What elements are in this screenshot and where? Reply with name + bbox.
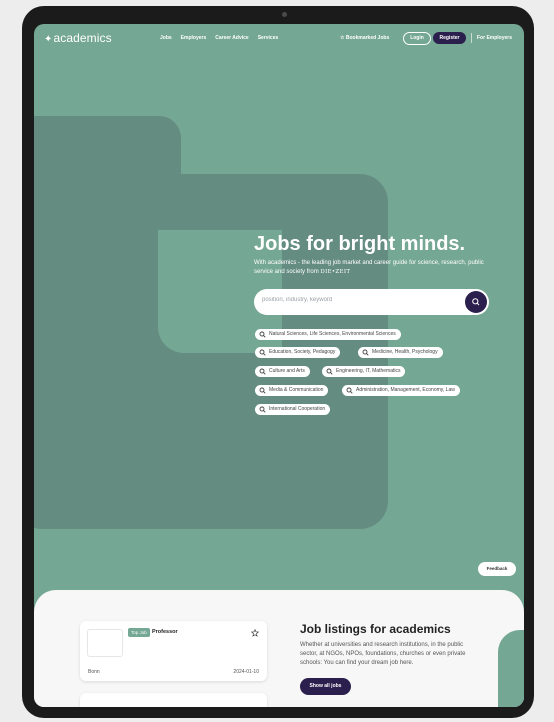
decor-shape — [498, 630, 524, 707]
bookmarked-jobs-link[interactable]: ☆ Bookmarked Jobs — [340, 35, 389, 41]
category-label: Engineering, IT, Mathematics — [336, 368, 401, 374]
nav-services[interactable]: Services — [258, 35, 279, 41]
search-icon — [326, 368, 333, 375]
bookmark-star-icon: ☆ — [340, 35, 345, 41]
job-title[interactable]: Professor — [152, 628, 178, 637]
search-icon — [259, 387, 266, 394]
category-label: Natural Sciences, Life Sciences, Environ… — [269, 331, 396, 337]
category-tag[interactable]: Culture and Arts — [255, 366, 310, 377]
search-icon — [472, 298, 480, 306]
category-label: Education, Society, Pedagogy — [269, 349, 336, 355]
employer-logo — [87, 629, 123, 657]
job-location: Bonn — [88, 669, 100, 675]
category-tag[interactable]: Media & Communication — [255, 385, 329, 396]
nav-links: Jobs Employers Career Advice Services — [160, 35, 278, 41]
hero-subtitle: With academics - the leading job market … — [254, 259, 489, 276]
search-icon — [259, 331, 266, 338]
job-date: 2024-01-10 — [233, 669, 259, 675]
logo[interactable]: ✦academics — [44, 31, 112, 45]
category-tag[interactable]: Natural Sciences, Life Sciences, Environ… — [255, 329, 401, 340]
logo-mark-icon: ✦ — [44, 34, 53, 45]
search-bar — [254, 289, 489, 315]
feedback-button[interactable]: Feedback — [478, 562, 516, 576]
logo-text: academics — [53, 31, 112, 45]
job-card[interactable]: Top Job Professor Bonn 2024-01-10 — [80, 621, 267, 681]
category-label: Medicine, Health, Psychology — [372, 349, 438, 355]
screen: ✦academics Jobs Employers Career Advice … — [34, 24, 524, 707]
search-icon — [259, 368, 266, 375]
category-label: Media & Communication — [269, 387, 324, 393]
category-tag[interactable]: Administration, Management, Economy, Law — [342, 385, 460, 396]
bookmark-star-icon[interactable] — [251, 629, 259, 637]
nav-career-advice[interactable]: Career Advice — [215, 35, 248, 41]
hero-subtitle-text: With academics - the leading job market … — [254, 260, 484, 275]
nav-jobs[interactable]: Jobs — [160, 35, 172, 41]
category-tag[interactable]: Engineering, IT, Mathematics — [322, 366, 406, 377]
login-button[interactable]: Login — [403, 32, 431, 45]
top-job-badge: Top Job — [128, 628, 150, 637]
show-all-jobs-button[interactable]: Show all jobs — [300, 678, 351, 695]
category-tag[interactable]: Education, Society, Pedagogy — [255, 347, 341, 358]
search-icon — [259, 406, 266, 413]
category-tag[interactable]: Medicine, Health, Psychology — [358, 347, 443, 358]
search-icon — [362, 349, 369, 356]
search-input[interactable] — [262, 297, 452, 303]
listings-description: Whether at universities and research ins… — [300, 642, 466, 666]
register-button[interactable]: Register — [433, 32, 466, 44]
bookmarked-jobs-label: Bookmarked Jobs — [345, 35, 390, 41]
job-card[interactable] — [80, 693, 267, 707]
search-button[interactable] — [465, 291, 487, 313]
die-zeit-logo[interactable]: DIE•ZEIT — [320, 269, 350, 275]
nav-divider — [471, 33, 472, 43]
hero-title: Jobs for bright minds. — [254, 233, 466, 255]
category-tag[interactable]: International Cooperation — [255, 404, 331, 415]
nav-employers[interactable]: Employers — [181, 35, 207, 41]
listings-title: Job listings for academics — [300, 622, 451, 636]
for-employers-link[interactable]: For Employers — [477, 35, 512, 41]
camera-dot — [282, 12, 287, 17]
category-label: Culture and Arts — [269, 368, 305, 374]
job-listings-section: Top Job Professor Bonn 2024-01-10 Job li… — [34, 590, 524, 707]
search-icon — [346, 387, 353, 394]
search-icon — [259, 349, 266, 356]
top-nav: ✦academics Jobs Employers Career Advice … — [34, 24, 524, 54]
category-label: Administration, Management, Economy, Law — [356, 387, 455, 393]
category-label: International Cooperation — [269, 406, 326, 412]
